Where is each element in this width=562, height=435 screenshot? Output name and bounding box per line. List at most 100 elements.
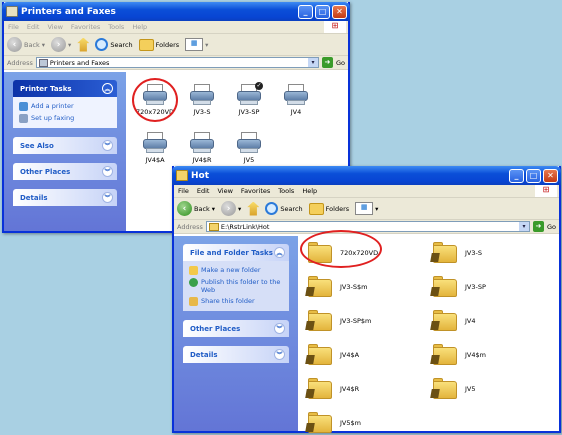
panel-header[interactable]: See Also ︾: [13, 137, 117, 154]
go-arrow-icon[interactable]: ➜: [532, 221, 544, 232]
task-label: Share this folder: [201, 297, 255, 305]
menu-tools[interactable]: Tools: [278, 187, 294, 195]
panel-header[interactable]: Details ︾: [183, 346, 289, 363]
expand-chevron-icon[interactable]: ︾: [274, 349, 285, 360]
folders-icon: [308, 202, 324, 215]
menu-view[interactable]: View: [217, 187, 232, 195]
panel-title: See Also: [20, 141, 54, 150]
search-label: Search: [110, 40, 133, 49]
maximize-button[interactable]: □: [315, 4, 330, 19]
address-label: Address: [177, 222, 203, 231]
back-button[interactable]: ‹ Back ▾: [177, 201, 215, 216]
folder-item[interactable]: JV5$m: [305, 412, 361, 433]
task-label: Add a printer: [31, 102, 74, 110]
printer-icon: [237, 132, 261, 154]
forward-button[interactable]: › ▾: [51, 37, 71, 52]
address-bar: Address Printers and Faxes ▾ ➜ Go: [4, 56, 348, 70]
expand-chevron-icon[interactable]: ︾: [274, 323, 285, 334]
search-button[interactable]: Search: [95, 38, 133, 51]
address-input[interactable]: E:\RstrLink\Hot ▾: [205, 221, 530, 232]
folder-item[interactable]: JV5: [430, 378, 476, 399]
publish-folder-link[interactable]: Publish this folder to the Web: [189, 278, 283, 294]
menu-tools[interactable]: Tools: [108, 23, 124, 31]
folders-button[interactable]: Folders: [308, 202, 349, 215]
printer-label: JV3-S: [193, 108, 211, 116]
collapse-chevron-icon[interactable]: ︽: [274, 247, 285, 258]
folder-item[interactable]: JV3-SP$m: [305, 310, 371, 331]
menu-edit[interactable]: Edit: [27, 23, 40, 31]
printer-item[interactable]: JV4: [275, 84, 317, 116]
menu-file[interactable]: File: [8, 23, 19, 31]
minimize-button[interactable]: _: [509, 168, 524, 183]
maximize-button[interactable]: □: [526, 168, 541, 183]
printer-tasks-panel: Printer Tasks ︽ Add a printer Set up faxi…: [13, 80, 117, 128]
folder-label: JV3-S: [465, 248, 482, 257]
setup-faxing-link[interactable]: Set up faxing: [19, 114, 111, 123]
go-arrow-icon[interactable]: ➜: [321, 57, 333, 68]
folder-item[interactable]: JV4$m: [430, 344, 486, 365]
printer-item[interactable]: JV3-S: [181, 84, 223, 116]
folder-item[interactable]: JV4$R: [305, 378, 359, 399]
shared-folder-icon: [430, 378, 457, 399]
printer-item[interactable]: JV5: [228, 132, 270, 164]
expand-chevron-icon[interactable]: ︾: [102, 192, 113, 203]
panel-header[interactable]: Details ︾: [13, 189, 117, 206]
panel-header[interactable]: Other Places ︾: [13, 163, 117, 180]
menu-favorites[interactable]: Favorites: [241, 187, 270, 195]
menu-file[interactable]: File: [178, 187, 189, 195]
address-input[interactable]: Printers and Faxes ▾: [35, 57, 319, 68]
printer-label: JV4: [290, 108, 302, 116]
chevron-down-icon: ▾: [41, 40, 46, 49]
expand-chevron-icon[interactable]: ︾: [102, 166, 113, 177]
minimize-button[interactable]: _: [298, 4, 313, 19]
folder-item[interactable]: JV3-S: [430, 242, 482, 263]
panel-title: Other Places: [20, 167, 71, 176]
highlight-circle: [132, 78, 178, 122]
folder-list: 720x720VD JV3-S JV3-S$m JV3-SP JV3-SP$m …: [298, 230, 559, 433]
printer-item[interactable]: JV4$R: [181, 132, 223, 164]
go-button[interactable]: Go: [336, 59, 345, 67]
printer-label: JV4$A: [145, 156, 165, 164]
folders-button[interactable]: Folders: [138, 38, 179, 51]
menu-view[interactable]: View: [47, 23, 62, 31]
file-folder-tasks-panel: File and Folder Tasks ︽ Make a new folder…: [183, 244, 289, 311]
menu-help[interactable]: Help: [132, 23, 147, 31]
toolbar: ‹ Back ▾ › ▾ Search Folders ▦ ▾: [4, 34, 348, 56]
printer-item[interactable]: ✓ JV3-SP: [228, 82, 270, 116]
views-button[interactable]: ▦ ▾: [185, 38, 208, 51]
menu-help[interactable]: Help: [302, 187, 317, 195]
folder-item[interactable]: JV3-SP: [430, 276, 486, 297]
close-button[interactable]: ✕: [543, 168, 558, 183]
window-title: Hot: [191, 170, 210, 181]
address-dropdown-icon[interactable]: ▾: [518, 222, 529, 231]
menu-edit[interactable]: Edit: [197, 187, 210, 195]
address-dropdown-icon[interactable]: ▾: [307, 58, 318, 67]
panel-header[interactable]: Other Places ︾: [183, 320, 289, 337]
menu-favorites[interactable]: Favorites: [71, 23, 100, 31]
add-printer-link[interactable]: Add a printer: [19, 102, 111, 111]
windows-logo-icon: ⊞: [324, 21, 346, 33]
panel-header[interactable]: Printer Tasks ︽: [13, 80, 117, 97]
panel-header[interactable]: File and Folder Tasks ︽: [183, 244, 289, 261]
search-button[interactable]: Search: [265, 202, 303, 215]
expand-chevron-icon[interactable]: ︾: [102, 140, 113, 151]
title-bar[interactable]: Hot _ □ ✕: [172, 166, 561, 185]
close-button[interactable]: ✕: [332, 4, 347, 19]
views-button[interactable]: ▦ ▾: [355, 202, 378, 215]
collapse-chevron-icon[interactable]: ︽: [102, 83, 113, 94]
chevron-down-icon: ▾: [68, 40, 72, 49]
folder-item[interactable]: JV4: [430, 310, 476, 331]
go-button[interactable]: Go: [547, 223, 556, 231]
make-new-folder-link[interactable]: Make a new folder: [189, 266, 283, 275]
forward-button[interactable]: › ▾: [221, 201, 241, 216]
up-button[interactable]: [77, 37, 90, 52]
menu-bar: File Edit View Favorites Tools Help ⊞: [174, 185, 559, 198]
folder-item[interactable]: JV4$A: [305, 344, 359, 365]
back-button[interactable]: ‹ Back ▾: [7, 37, 45, 52]
up-button[interactable]: [247, 201, 260, 216]
folder-label: JV3-S$m: [340, 282, 368, 291]
share-folder-link[interactable]: Share this folder: [189, 297, 283, 306]
folder-item[interactable]: JV3-S$m: [305, 276, 368, 297]
title-bar[interactable]: Printers and Faxes _ □ ✕: [2, 2, 350, 21]
printer-item[interactable]: JV4$A: [134, 132, 176, 164]
